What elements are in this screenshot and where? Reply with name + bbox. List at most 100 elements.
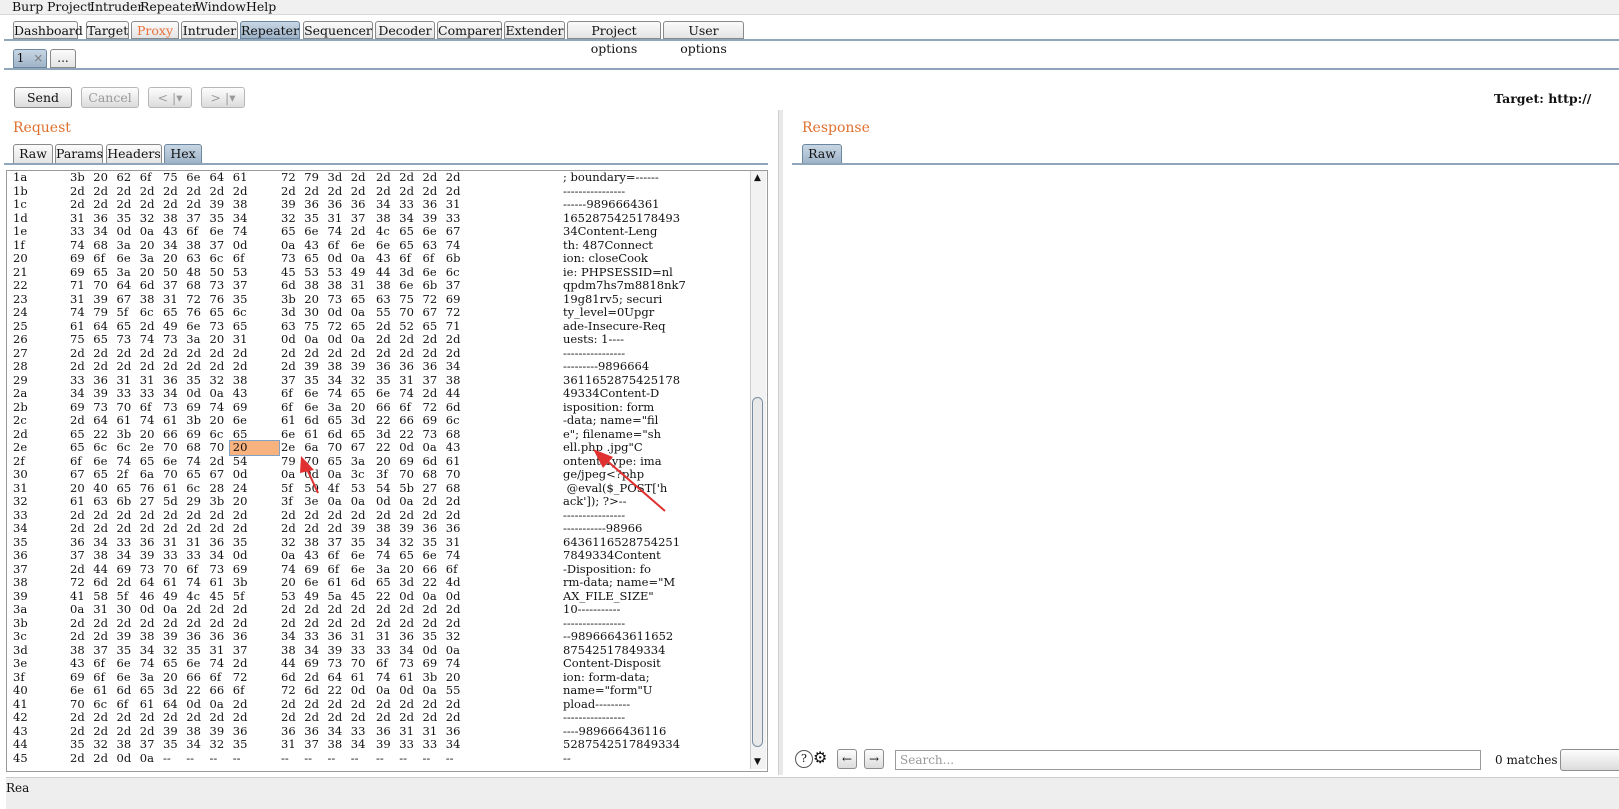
repeater-tab-new[interactable]: ... (50, 49, 76, 68)
hex-byte[interactable]: 0d (281, 332, 303, 347)
hex-byte[interactable]: 2d (210, 602, 232, 617)
hex-byte[interactable]: 39 (140, 548, 162, 563)
hex-byte[interactable]: 3d (281, 305, 303, 320)
tab-extender[interactable]: Extender (504, 21, 565, 39)
hex-byte[interactable]: 34 (446, 359, 468, 374)
hex-byte[interactable]: 65 (70, 427, 92, 442)
hex-byte[interactable]: 30 (117, 602, 139, 617)
hex-byte[interactable]: 38 (140, 629, 162, 644)
hex-byte[interactable]: 67 (117, 292, 139, 307)
hex-byte[interactable]: 71 (70, 278, 92, 293)
hex-byte[interactable]: 35 (117, 211, 139, 226)
hex-byte[interactable]: 49 (351, 265, 373, 280)
hex-byte[interactable]: 2d (93, 359, 115, 374)
hex-byte[interactable]: 5f (117, 589, 139, 604)
hex-byte[interactable]: -- (376, 751, 398, 766)
hex-byte[interactable]: 20 (140, 427, 162, 442)
hex-byte[interactable]: 39 (281, 197, 303, 212)
hex-byte[interactable]: 6f (186, 224, 208, 239)
gear-icon[interactable]: ⚙ (813, 748, 827, 767)
hex-byte[interactable]: 2d (210, 359, 232, 374)
hex-byte[interactable]: 2d (328, 602, 350, 617)
hex-byte[interactable]: 2d (304, 616, 326, 631)
hex-byte[interactable]: 37 (70, 548, 92, 563)
menu-project[interactable]: Project (47, 0, 92, 14)
previous-match-icon[interactable]: ← (837, 749, 857, 769)
hex-byte[interactable]: 6c (93, 440, 115, 455)
hex-byte[interactable]: 6e (186, 171, 208, 185)
hex-byte[interactable]: 61 (163, 413, 185, 428)
hex-byte[interactable]: 39 (351, 359, 373, 374)
hex-byte[interactable]: 38 (376, 278, 398, 293)
menu-repeater[interactable]: Repeater (140, 0, 198, 14)
hex-byte[interactable]: 0a (140, 224, 162, 239)
hex-byte[interactable]: 39 (93, 386, 115, 401)
hex-byte[interactable]: 6e (351, 238, 373, 253)
hex-byte[interactable]: 2d (117, 616, 139, 631)
hex-byte[interactable]: 31 (140, 373, 162, 388)
hex-byte[interactable]: 38 (117, 737, 139, 752)
hex-byte[interactable]: 6e (117, 670, 139, 685)
hex-byte[interactable]: 68 (186, 278, 208, 293)
hex-byte[interactable]: 54 (233, 454, 255, 469)
hex-byte[interactable]: 2d (351, 710, 373, 725)
hex-byte[interactable]: 2d (399, 346, 421, 361)
hex-byte[interactable]: 6d (304, 683, 326, 698)
hex-byte[interactable]: 22 (376, 589, 398, 604)
hex-byte[interactable]: 2d (140, 359, 162, 374)
hex-byte[interactable]: 2d (163, 346, 185, 361)
tab-repeater[interactable]: Repeater (240, 21, 300, 39)
hex-byte[interactable]: 6e (304, 575, 326, 590)
hex-byte[interactable]: 6e (376, 386, 398, 401)
hex-byte[interactable]: 6f (70, 454, 92, 469)
hex-byte[interactable]: 6f (233, 251, 255, 266)
hex-byte[interactable]: 2d (140, 197, 162, 212)
hex-byte[interactable]: 36 (328, 197, 350, 212)
hex-byte[interactable]: 69 (186, 427, 208, 442)
hex-byte[interactable]: 2d (351, 224, 373, 239)
hex-byte[interactable]: 2d (281, 184, 303, 199)
hex-byte[interactable]: 6f (117, 697, 139, 712)
hex-byte[interactable]: 73 (281, 251, 303, 266)
hex-byte[interactable]: 6a (140, 467, 162, 482)
hex-byte[interactable]: 65 (163, 305, 185, 320)
hex-byte[interactable]: 74 (376, 548, 398, 563)
hex-byte[interactable]: 35 (233, 535, 255, 550)
hex-byte[interactable]: 3b (70, 171, 92, 185)
hex-byte[interactable]: -- (186, 751, 208, 766)
request-tab-headers[interactable]: Headers (106, 144, 162, 164)
hex-byte[interactable]: 6c (117, 440, 139, 455)
hex-byte[interactable]: 34 (70, 386, 92, 401)
hex-byte[interactable]: 36 (210, 629, 232, 644)
hex-byte[interactable]: 2d (93, 508, 115, 523)
hex-byte[interactable]: 2d (210, 184, 232, 199)
hex-byte[interactable]: 2d (351, 616, 373, 631)
hex-byte[interactable]: 6f (93, 670, 115, 685)
hex-byte[interactable]: 6e (423, 224, 445, 239)
hex-byte[interactable]: 65 (351, 386, 373, 401)
hex-byte[interactable]: 39 (117, 629, 139, 644)
hex-byte[interactable]: 33 (117, 386, 139, 401)
hex-byte[interactable]: 6f (328, 548, 350, 563)
hex-byte[interactable]: 22 (93, 427, 115, 442)
hex-byte[interactable]: 36 (351, 197, 373, 212)
hex-byte[interactable]: 32 (281, 535, 303, 550)
hex-byte[interactable]: 73 (210, 562, 232, 577)
hex-byte[interactable]: 5a (328, 589, 350, 604)
hex-byte[interactable]: 0a (351, 251, 373, 266)
hex-byte[interactable]: 2d (163, 184, 185, 199)
hex-byte[interactable]: 2d (210, 508, 232, 523)
hex-byte[interactable]: 38 (93, 548, 115, 563)
hex-scrollbar-thumb[interactable] (752, 397, 763, 747)
hex-byte[interactable]: 2d (376, 602, 398, 617)
hex-byte[interactable]: 6e (163, 454, 185, 469)
menu-help[interactable]: Help (246, 0, 276, 14)
hex-byte[interactable]: -- (399, 751, 421, 766)
hex-byte[interactable]: 6b (117, 494, 139, 509)
hex-byte[interactable]: 6f (140, 171, 162, 185)
hex-byte[interactable]: 36 (399, 629, 421, 644)
hex-byte[interactable]: 0a (70, 602, 92, 617)
hex-byte[interactable]: 30 (304, 305, 326, 320)
hex-byte[interactable]: 2d (93, 346, 115, 361)
hex-byte[interactable]: 2d (233, 656, 255, 671)
